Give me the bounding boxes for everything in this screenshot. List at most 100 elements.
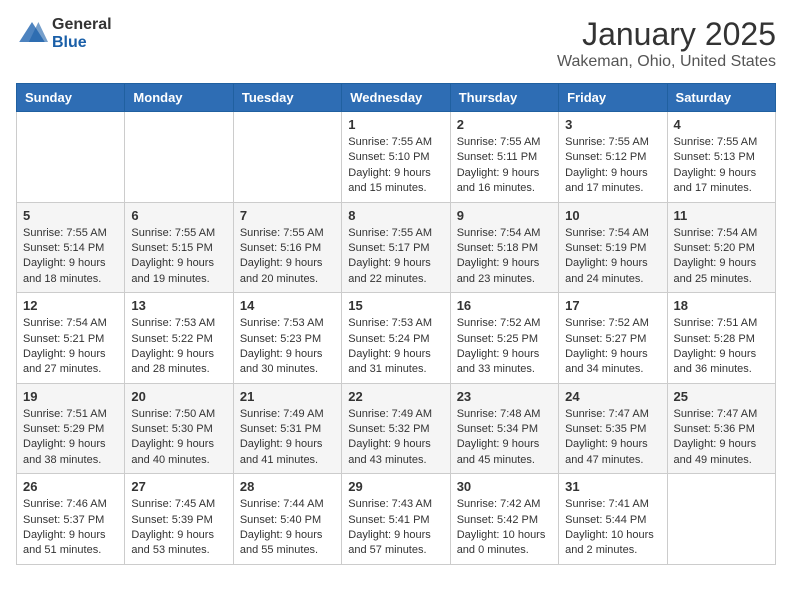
logo-general: General (52, 16, 112, 34)
calendar-cell: 26Sunrise: 7:46 AM Sunset: 5:37 PM Dayli… (17, 474, 125, 565)
calendar-cell: 23Sunrise: 7:48 AM Sunset: 5:34 PM Dayli… (450, 383, 558, 474)
calendar-cell: 18 Sunrise: 7:51 AM Sunset: 5:28 PM Dayli… (667, 293, 775, 384)
calendar-cell: 28 Sunrise: 7:44 AM Sunset: 5:40 PM Dayli… (233, 474, 341, 565)
day-number: 3 (565, 117, 660, 132)
calendar-cell: 14Sunrise: 7:53 AM Sunset: 5:23 PM Dayli… (233, 293, 341, 384)
day-info: Sunrise: 7:55 AM Sunset: 5:14 PM Dayligh… (23, 226, 118, 288)
calendar-cell: 3Sunrise: 7:55 AM Sunset: 5:12 PM Daylig… (559, 112, 667, 203)
day-number: 28 (240, 479, 335, 494)
day-info: Sunrise: 7:44 AM Sunset: 5:40 PM Dayligh… (240, 497, 335, 559)
calendar-cell: 2Sunrise: 7:55 AM Sunset: 5:11 PM Daylig… (450, 112, 558, 203)
calendar-table: SundayMondayTuesdayWednesdayThursdayFrid… (16, 83, 776, 565)
day-info: Sunrise: 7:55 AM Sunset: 5:10 PM Dayligh… (348, 135, 443, 197)
calendar-cell: 13 Sunrise: 7:53 AM Sunset: 5:22 PM Dayli… (125, 293, 233, 384)
location-title: Wakeman, Ohio, United States (557, 53, 776, 71)
day-info: Sunrise: 7:52 AM Sunset: 5:25 PM Dayligh… (457, 316, 552, 378)
page-header: General Blue January 2025 Wakeman, Ohio,… (16, 16, 776, 71)
day-number: 25 (674, 389, 769, 404)
day-info: Sunrise: 7:53 AM Sunset: 5:22 PM Dayligh… (131, 316, 226, 378)
day-number: 18 (674, 298, 769, 313)
calendar-week-row: 19 Sunrise: 7:51 AM Sunset: 5:29 PM Dayli… (17, 383, 776, 474)
day-info: Sunrise: 7:55 AM Sunset: 5:11 PM Dayligh… (457, 135, 552, 197)
day-number: 5 (23, 208, 118, 223)
day-number: 12 (23, 298, 118, 313)
calendar-cell: 11Sunrise: 7:54 AM Sunset: 5:20 PM Dayli… (667, 202, 775, 293)
month-title: January 2025 (557, 16, 776, 53)
day-number: 31 (565, 479, 660, 494)
calendar-header-friday: Friday (559, 84, 667, 112)
day-number: 8 (348, 208, 443, 223)
calendar-cell: 17Sunrise: 7:52 AM Sunset: 5:27 PM Dayli… (559, 293, 667, 384)
calendar-cell: 27 Sunrise: 7:45 AM Sunset: 5:39 PM Dayli… (125, 474, 233, 565)
day-number: 13 (131, 298, 226, 313)
calendar-cell (17, 112, 125, 203)
day-info: Sunrise: 7:51 AM Sunset: 5:29 PM Dayligh… (23, 407, 118, 469)
day-number: 29 (348, 479, 443, 494)
day-number: 1 (348, 117, 443, 132)
calendar-cell: 5 Sunrise: 7:55 AM Sunset: 5:14 PM Daylig… (17, 202, 125, 293)
day-number: 9 (457, 208, 552, 223)
day-number: 14 (240, 298, 335, 313)
day-info: Sunrise: 7:49 AM Sunset: 5:31 PM Dayligh… (240, 407, 335, 469)
calendar-cell: 19 Sunrise: 7:51 AM Sunset: 5:29 PM Dayli… (17, 383, 125, 474)
day-info: Sunrise: 7:55 AM Sunset: 5:13 PM Dayligh… (674, 135, 769, 197)
calendar-cell (125, 112, 233, 203)
day-info: Sunrise: 7:42 AM Sunset: 5:42 PM Dayligh… (457, 497, 552, 559)
day-number: 4 (674, 117, 769, 132)
calendar-header-saturday: Saturday (667, 84, 775, 112)
calendar-week-row: 1 Sunrise: 7:55 AM Sunset: 5:10 PM Daylig… (17, 112, 776, 203)
title-area: January 2025 Wakeman, Ohio, United State… (557, 16, 776, 71)
calendar-week-row: 26Sunrise: 7:46 AM Sunset: 5:37 PM Dayli… (17, 474, 776, 565)
day-number: 19 (23, 389, 118, 404)
calendar-header-sunday: Sunday (17, 84, 125, 112)
day-number: 27 (131, 479, 226, 494)
day-info: Sunrise: 7:48 AM Sunset: 5:34 PM Dayligh… (457, 407, 552, 469)
day-info: Sunrise: 7:50 AM Sunset: 5:30 PM Dayligh… (131, 407, 226, 469)
day-number: 16 (457, 298, 552, 313)
calendar-cell: 10Sunrise: 7:54 AM Sunset: 5:19 PM Dayli… (559, 202, 667, 293)
calendar-cell: 7Sunrise: 7:55 AM Sunset: 5:16 PM Daylig… (233, 202, 341, 293)
logo: General Blue (16, 16, 112, 51)
calendar-cell: 29 Sunrise: 7:43 AM Sunset: 5:41 PM Dayli… (342, 474, 450, 565)
day-info: Sunrise: 7:46 AM Sunset: 5:37 PM Dayligh… (23, 497, 118, 559)
day-number: 11 (674, 208, 769, 223)
logo-text: General Blue (52, 16, 112, 51)
day-info: Sunrise: 7:55 AM Sunset: 5:16 PM Dayligh… (240, 226, 335, 288)
calendar-cell: 20 Sunrise: 7:50 AM Sunset: 5:30 PM Dayli… (125, 383, 233, 474)
calendar-cell: 30Sunrise: 7:42 AM Sunset: 5:42 PM Dayli… (450, 474, 558, 565)
day-number: 24 (565, 389, 660, 404)
day-info: Sunrise: 7:55 AM Sunset: 5:15 PM Dayligh… (131, 226, 226, 288)
day-info: Sunrise: 7:54 AM Sunset: 5:18 PM Dayligh… (457, 226, 552, 288)
calendar-cell: 9 Sunrise: 7:54 AM Sunset: 5:18 PM Daylig… (450, 202, 558, 293)
calendar-header-wednesday: Wednesday (342, 84, 450, 112)
day-info: Sunrise: 7:51 AM Sunset: 5:28 PM Dayligh… (674, 316, 769, 378)
day-number: 20 (131, 389, 226, 404)
day-number: 15 (348, 298, 443, 313)
day-info: Sunrise: 7:52 AM Sunset: 5:27 PM Dayligh… (565, 316, 660, 378)
calendar-cell (233, 112, 341, 203)
calendar-cell: 21 Sunrise: 7:49 AM Sunset: 5:31 PM Dayli… (233, 383, 341, 474)
calendar-cell: 6 Sunrise: 7:55 AM Sunset: 5:15 PM Daylig… (125, 202, 233, 293)
calendar-header-thursday: Thursday (450, 84, 558, 112)
calendar-cell: 15Sunrise: 7:53 AM Sunset: 5:24 PM Dayli… (342, 293, 450, 384)
calendar-cell: 4 Sunrise: 7:55 AM Sunset: 5:13 PM Daylig… (667, 112, 775, 203)
calendar-cell: 8 Sunrise: 7:55 AM Sunset: 5:17 PM Daylig… (342, 202, 450, 293)
day-info: Sunrise: 7:45 AM Sunset: 5:39 PM Dayligh… (131, 497, 226, 559)
calendar-cell: 31 Sunrise: 7:41 AM Sunset: 5:44 PM Dayli… (559, 474, 667, 565)
calendar-cell: 22Sunrise: 7:49 AM Sunset: 5:32 PM Dayli… (342, 383, 450, 474)
day-info: Sunrise: 7:41 AM Sunset: 5:44 PM Dayligh… (565, 497, 660, 559)
day-info: Sunrise: 7:55 AM Sunset: 5:17 PM Dayligh… (348, 226, 443, 288)
day-info: Sunrise: 7:47 AM Sunset: 5:36 PM Dayligh… (674, 407, 769, 469)
calendar-header-tuesday: Tuesday (233, 84, 341, 112)
day-number: 22 (348, 389, 443, 404)
calendar-cell: 24Sunrise: 7:47 AM Sunset: 5:35 PM Dayli… (559, 383, 667, 474)
calendar-cell: 1 Sunrise: 7:55 AM Sunset: 5:10 PM Daylig… (342, 112, 450, 203)
calendar-week-row: 5 Sunrise: 7:55 AM Sunset: 5:14 PM Daylig… (17, 202, 776, 293)
calendar-cell: 25 Sunrise: 7:47 AM Sunset: 5:36 PM Dayli… (667, 383, 775, 474)
day-info: Sunrise: 7:43 AM Sunset: 5:41 PM Dayligh… (348, 497, 443, 559)
day-number: 21 (240, 389, 335, 404)
calendar-cell: 12Sunrise: 7:54 AM Sunset: 5:21 PM Dayli… (17, 293, 125, 384)
calendar-cell (667, 474, 775, 565)
logo-icon (16, 18, 48, 50)
day-number: 6 (131, 208, 226, 223)
